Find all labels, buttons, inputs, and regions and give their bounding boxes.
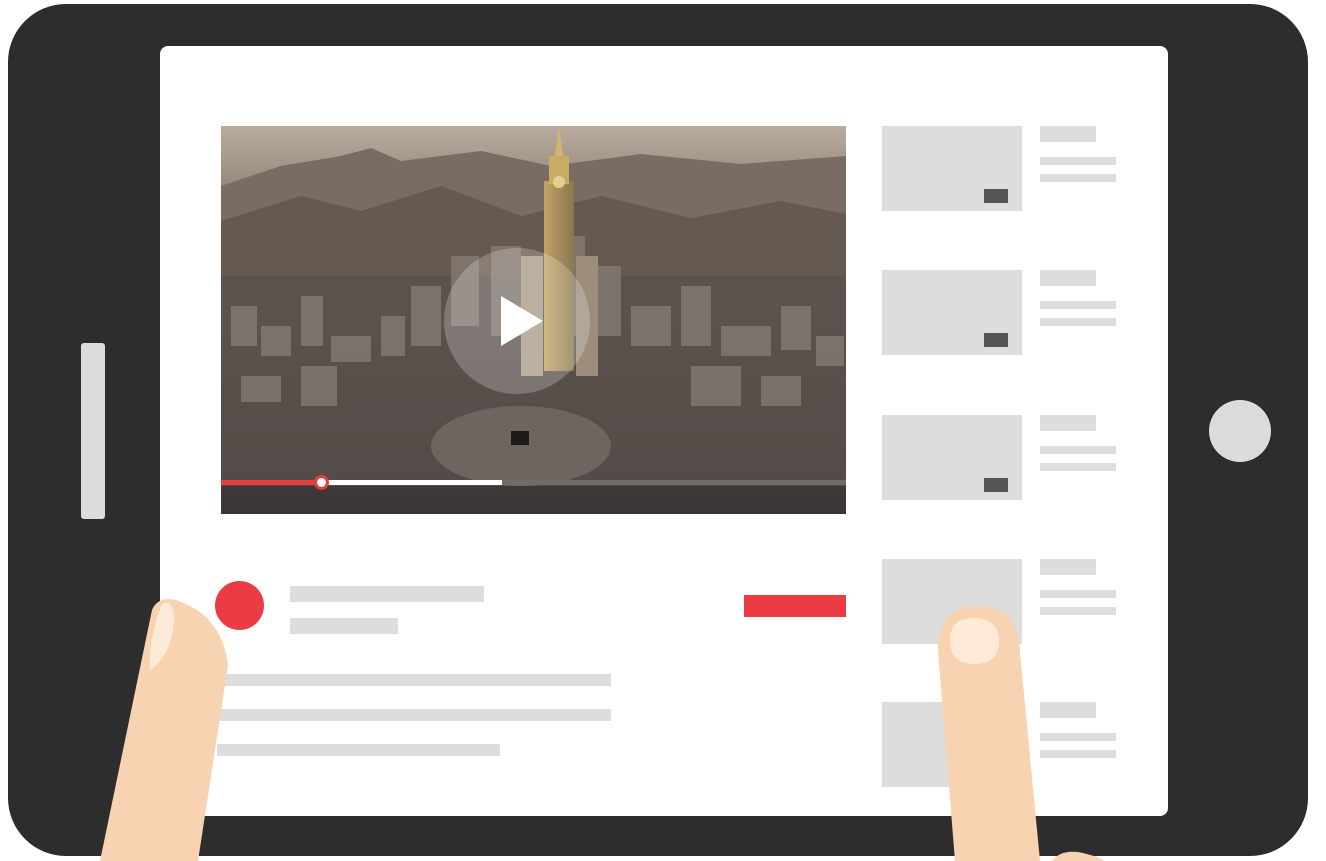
right-hand: [938, 606, 1104, 861]
hands-illustration: [100, 599, 1104, 861]
left-hand: [100, 599, 228, 861]
